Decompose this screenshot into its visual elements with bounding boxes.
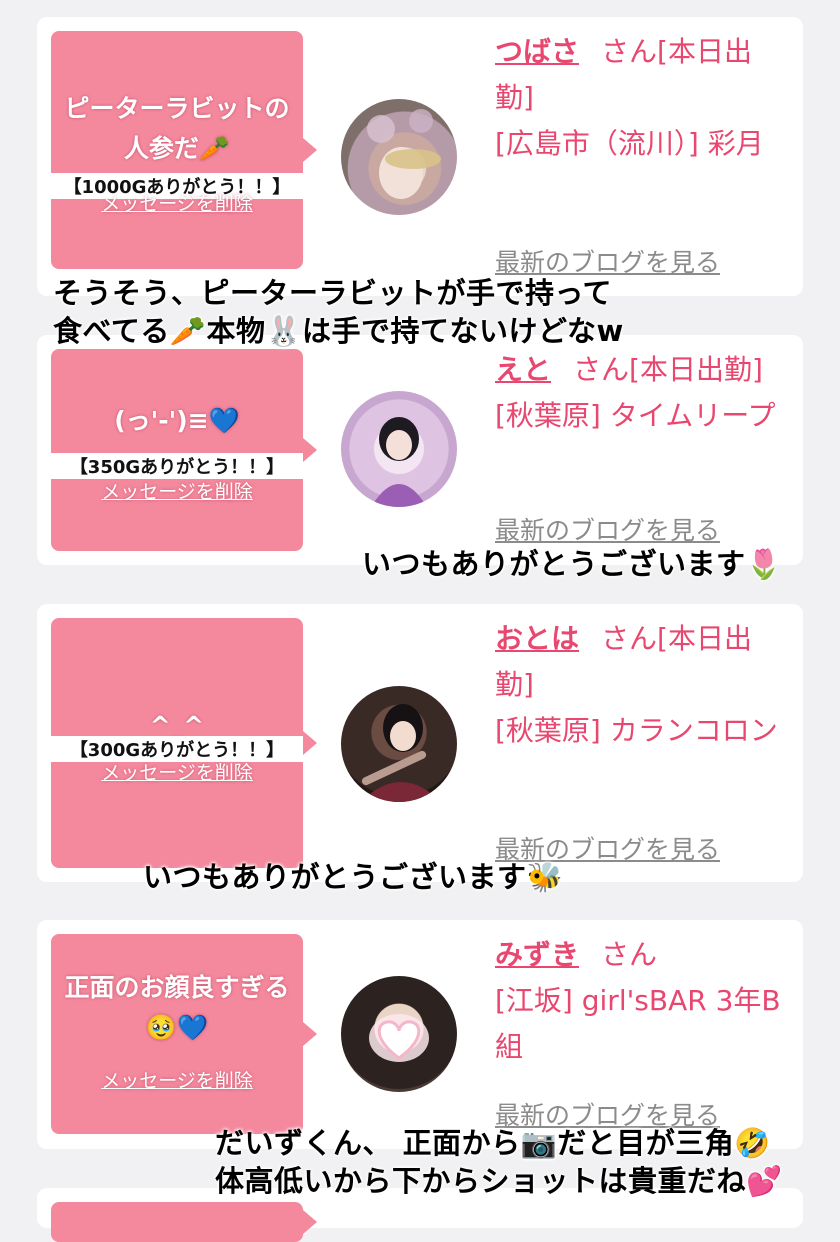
- message-text: (っ'-')≡💙: [114, 406, 240, 435]
- overlay-line: 食べてる🥕本物🐰は手で持てないけどなw: [53, 314, 624, 348]
- message-bubble: 正面のお顔良すぎる🥹💙 メッセージを削除: [51, 934, 317, 1134]
- avatar[interactable]: [341, 391, 457, 507]
- avatar-photo: [367, 109, 441, 199]
- message-bubble: [51, 1202, 317, 1242]
- message-card: ^_^ 【300Gありがとう！！】 メッセージを削除 おとは さん[本日出勤] […: [37, 604, 803, 882]
- delete-message-link[interactable]: メッセージを削除: [51, 189, 303, 216]
- overlay-line: だいずくん、 正面から📷だと目が三角🤣: [215, 1126, 771, 1160]
- avatar[interactable]: [341, 976, 457, 1092]
- girl-info: えと さん[本日出勤] [秋葉原] タイムリープ: [495, 347, 785, 439]
- girl-name-link[interactable]: みずき: [495, 938, 579, 971]
- girl-name-link[interactable]: つばさ: [495, 35, 579, 68]
- status-text: さん[本日出勤]: [573, 353, 763, 386]
- girl-name-link[interactable]: おとは: [495, 622, 579, 655]
- overlay-line: そうそう、ピーターラビットが手で持って: [53, 276, 613, 310]
- overlay-line: いつもありがとうございます🌷: [362, 547, 783, 581]
- overlay-comment-4: だいずくん、 正面から📷だと目が三角🤣 体高低いから下からショットは貴重だね💕: [215, 1124, 783, 1200]
- overlay-comment-1: そうそう、ピーターラビットが手で持って 食べてる🥕本物🐰は手で持てないけどなw: [53, 274, 624, 350]
- message-text: 正面のお顔良すぎる🥹💙: [64, 973, 290, 1042]
- shop-location: [秋葉原] タイムリープ: [495, 399, 776, 432]
- girl-info: つばさ さん[本日出勤] [広島市（流川）] 彩月: [495, 29, 785, 167]
- delete-message-link[interactable]: メッセージを削除: [51, 1066, 303, 1093]
- blog-link[interactable]: 最新のブログを見る: [495, 511, 720, 547]
- delete-message-link[interactable]: メッセージを削除: [51, 758, 303, 785]
- shop-location: [江坂] girl'sBAR 3年B組: [495, 984, 781, 1063]
- message-text: ピーターラビットの人参だ🥕: [64, 94, 290, 163]
- message-bubble: ^_^ 【300Gありがとう！！】 メッセージを削除: [51, 618, 317, 868]
- overlay-comment-3: いつもありがとうございます🐝: [143, 858, 563, 896]
- thanks-banner: 【350Gありがとう！！】: [51, 453, 303, 479]
- shop-location: [広島市（流川）] 彩月: [495, 127, 764, 160]
- message-card: (っ'-')≡💙 【350Gありがとう！！】 メッセージを削除 えと さん[本日出…: [37, 335, 803, 565]
- girl-name-link[interactable]: えと: [495, 353, 551, 386]
- overlay-comment-2: いつもありがとうございます🌷: [362, 545, 782, 583]
- overlay-line: 体高低いから下からショットは貴重だね💕: [215, 1164, 783, 1198]
- girl-info: みずき さん [江坂] girl'sBAR 3年B組: [495, 932, 785, 1070]
- overlay-line: いつもありがとうございます🐝: [143, 860, 564, 894]
- avatar-photo: [371, 417, 427, 507]
- avatar-photo: [361, 704, 441, 802]
- girl-info: おとは さん[本日出勤] [秋葉原] カランコロン: [495, 616, 785, 754]
- message-bubble: (っ'-')≡💙 【350Gありがとう！！】 メッセージを削除: [51, 349, 317, 551]
- avatar[interactable]: [341, 99, 457, 215]
- avatar[interactable]: [341, 686, 457, 802]
- shop-location: [秋葉原] カランコロン: [495, 714, 778, 747]
- message-card: ピーターラビットの人参だ🥕 【1000Gありがとう！！】 メッセージを削除 つば…: [37, 17, 803, 296]
- message-bubble: ピーターラビットの人参だ🥕 【1000Gありがとう！！】 メッセージを削除: [51, 31, 317, 269]
- delete-message-link[interactable]: メッセージを削除: [51, 477, 303, 504]
- avatar-photo: [369, 1014, 429, 1062]
- status-text: さん: [601, 938, 658, 971]
- message-card: 正面のお顔良すぎる🥹💙 メッセージを削除 みずき さん [江坂] girl'sBA…: [37, 920, 803, 1149]
